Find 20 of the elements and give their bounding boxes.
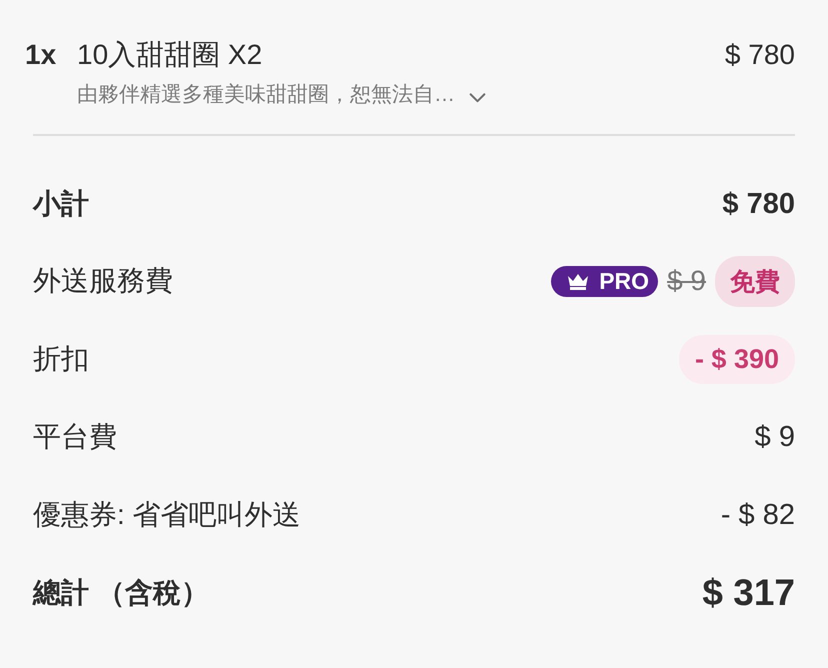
item-price: $ 780	[724, 39, 795, 71]
fee-amount: - $ 82	[720, 498, 795, 532]
summary-label: 外送服務費	[33, 264, 173, 298]
total-amount: $ 317	[702, 572, 795, 614]
free-badge: 免費	[715, 256, 795, 306]
summary-label: 平台費	[33, 420, 117, 454]
chevron-down-icon[interactable]	[469, 93, 486, 103]
item-name: 10入甜甜圈 X2	[77, 38, 264, 72]
discount-amount: - $ 390	[678, 334, 795, 384]
subtotal-amount: $ 780	[722, 188, 795, 220]
item-quantity: 1x	[25, 39, 58, 71]
summary-label: 折扣	[33, 342, 89, 376]
original-price: $ 9	[667, 265, 706, 297]
item-description: 由夥伴精選多種美味甜甜圈，恕無法自…	[77, 82, 455, 108]
summary-label: 優惠券: 省省吧叫外送	[33, 498, 301, 532]
crown-icon	[567, 272, 590, 290]
summary-label: 小計	[33, 187, 89, 221]
summary-label: 總計 （含稅）	[33, 576, 209, 610]
pro-text: PRO	[599, 268, 650, 294]
fee-amount: $ 9	[754, 420, 795, 454]
